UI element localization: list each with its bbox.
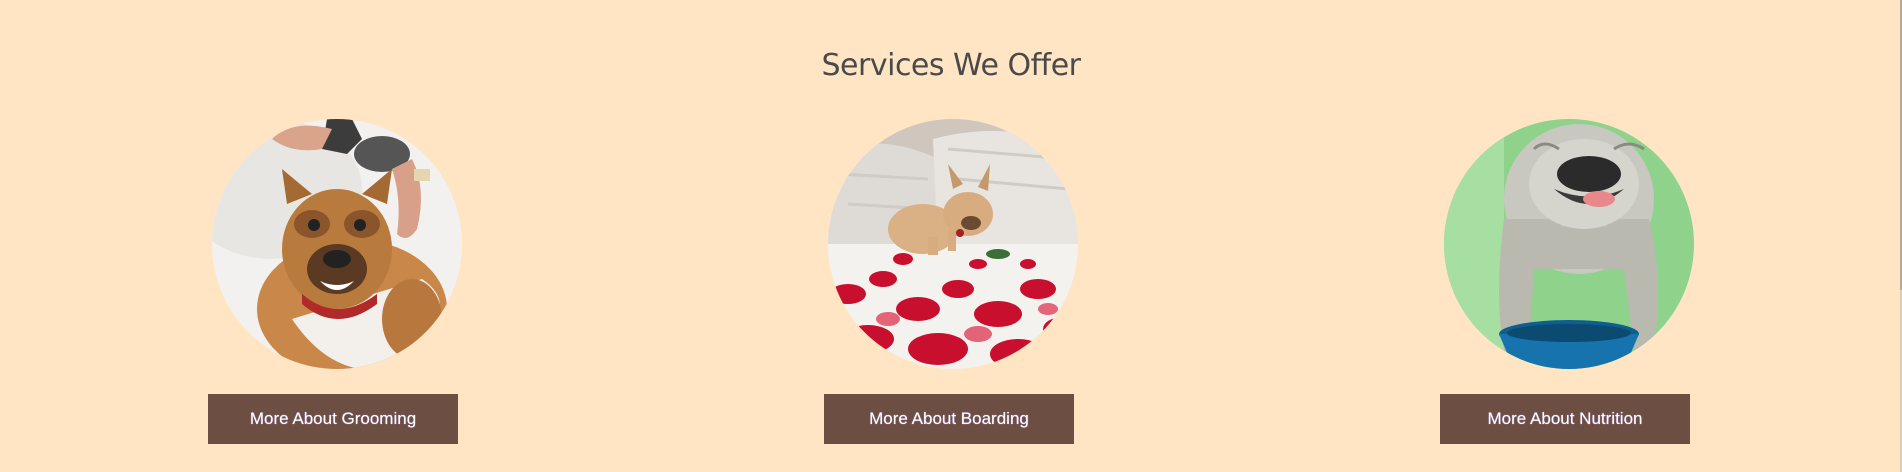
section-title: Services We Offer [821, 48, 1081, 83]
more-about-nutrition-button[interactable]: More About Nutrition [1440, 394, 1690, 444]
nutrition-image [1444, 119, 1694, 369]
nutrition-photo-illustration [1444, 119, 1694, 369]
service-card-boarding: More About Boarding [824, 119, 1078, 449]
more-about-boarding-button[interactable]: More About Boarding [824, 394, 1074, 444]
more-about-grooming-button[interactable]: More About Grooming [208, 394, 458, 444]
services-section: Services We Offer More About Grooming Mo… [0, 0, 1902, 472]
grooming-image [212, 119, 462, 369]
grooming-photo-illustration [212, 119, 462, 369]
service-card-grooming: More About Grooming [208, 119, 462, 449]
boarding-photo-illustration [828, 119, 1078, 369]
service-card-nutrition: More About Nutrition [1440, 119, 1694, 449]
boarding-image [828, 119, 1078, 369]
